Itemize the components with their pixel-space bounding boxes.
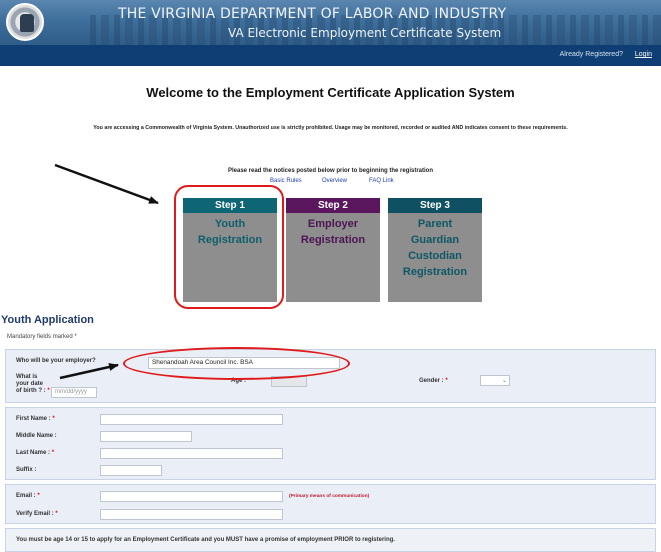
arrow-to-step-1 — [54, 163, 159, 205]
arrow-to-employer-field — [59, 363, 119, 380]
annotation-arrows — [54, 163, 159, 380]
